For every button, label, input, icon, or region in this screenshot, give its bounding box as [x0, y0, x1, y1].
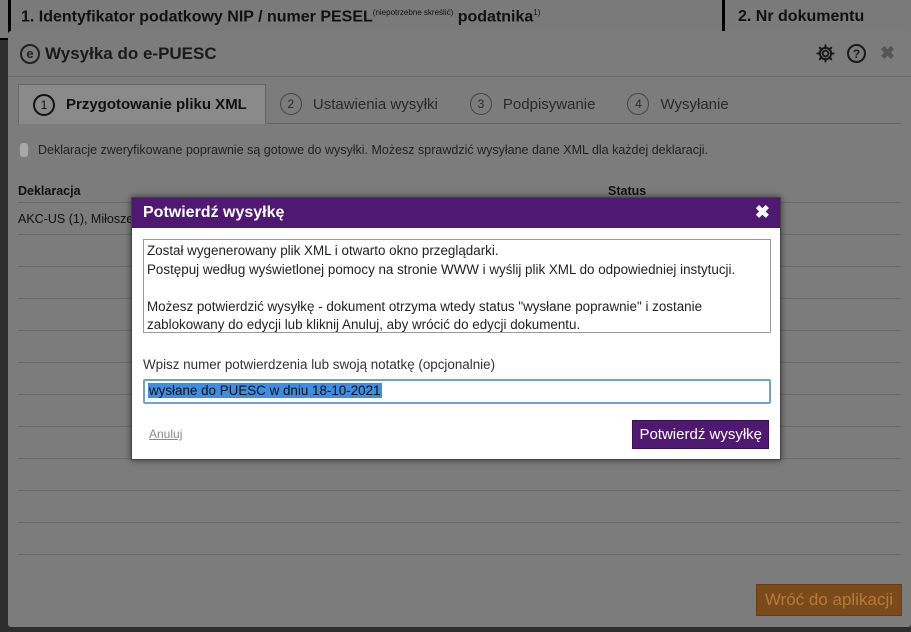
note-field-label: Wpisz numer potwierdzenia lub swoją nota…: [143, 357, 496, 372]
close-icon[interactable]: ✖: [878, 43, 897, 63]
selected-input-text: wysłane do PUESC w dniu 18-10-2021: [148, 383, 382, 398]
tab-label: Ustawienia wysyłki: [312, 95, 438, 113]
epuesc-logo-icon: e: [20, 44, 40, 64]
form-field-nip-label: 1. Identyfikator podatkowy NIP / numer P…: [21, 8, 373, 26]
help-icon[interactable]: ?: [847, 44, 866, 63]
wizard-tabs: 1 Przygotowanie pliku XML 2 Ustawienia w…: [18, 84, 901, 124]
tab-signing[interactable]: 3 Podpisywanie: [456, 84, 614, 124]
tab-label: Wysyłanie: [660, 95, 729, 113]
tab-send-settings[interactable]: 2 Ustawienia wysyłki: [266, 84, 456, 124]
declaration-cell: AKC-US (1), Miłoszew: [18, 212, 143, 226]
column-status: Status: [608, 184, 647, 198]
message-line: Został wygenerowany plik XML i otwarto o…: [147, 243, 499, 258]
modal-header: Potwierdź wysyłkę ✖: [132, 198, 780, 228]
confirm-send-modal: Potwierdź wysyłkę ✖ Został wygenerowany …: [131, 197, 781, 460]
dialog-title: Wysyłka do e-PUESC: [45, 44, 217, 63]
dialog-header: e Wysyłka do e-PUESC ? ✖: [8, 31, 911, 77]
table-row-empty: [18, 459, 901, 491]
step-number: 3: [469, 93, 492, 115]
tab-label: Przygotowanie pliku XML: [66, 96, 247, 113]
table-row-empty: [18, 491, 901, 523]
column-declaration: Deklaracja: [18, 184, 81, 198]
modal-title: Potwierdź wysyłkę: [143, 204, 285, 221]
form-field-nip-suffix: podatnika: [457, 8, 534, 26]
message-line: Możesz potwierdzić wysyłkę - dokument ot…: [147, 298, 703, 314]
close-icon[interactable]: ✖: [755, 202, 770, 223]
back-to-app-button[interactable]: Wróć do aplikacji: [755, 584, 902, 616]
form-field-nip-note: (niepotrzebne skreślić): [372, 8, 454, 17]
message-line: [147, 279, 767, 298]
info-message: Deklaracje zweryfikowane poprawnie są go…: [20, 143, 708, 157]
info-icon: [20, 143, 28, 157]
step-number: 2: [279, 93, 302, 115]
tab-label: Podpisywanie: [502, 95, 596, 113]
message-line: zablokowany do edycji lub kliknij Anuluj…: [147, 317, 581, 332]
confirmation-note-input[interactable]: wysłane do PUESC w dniu 18-10-2021: [143, 379, 771, 404]
tab-sending[interactable]: 4 Wysyłanie: [613, 84, 746, 124]
table-row-empty: [18, 523, 901, 555]
dialog-header-actions: ? ✖: [816, 43, 897, 63]
message-box: Został wygenerowany plik XML i otwarto o…: [143, 239, 771, 333]
step-number: 4: [627, 93, 650, 115]
gear-icon[interactable]: [816, 44, 835, 63]
confirm-send-button[interactable]: Potwierdź wysyłkę: [632, 420, 769, 449]
info-text: Deklaracje zweryfikowane poprawnie są go…: [38, 143, 708, 157]
cancel-link[interactable]: Anuluj: [149, 427, 182, 441]
tab-prepare-xml[interactable]: 1 Przygotowanie pliku XML: [18, 84, 266, 124]
form-field-nip-footnote: 1): [533, 8, 541, 17]
step-number: 1: [33, 93, 55, 116]
message-line: Postępuj według wyświetlonej pomocy na s…: [147, 261, 736, 277]
